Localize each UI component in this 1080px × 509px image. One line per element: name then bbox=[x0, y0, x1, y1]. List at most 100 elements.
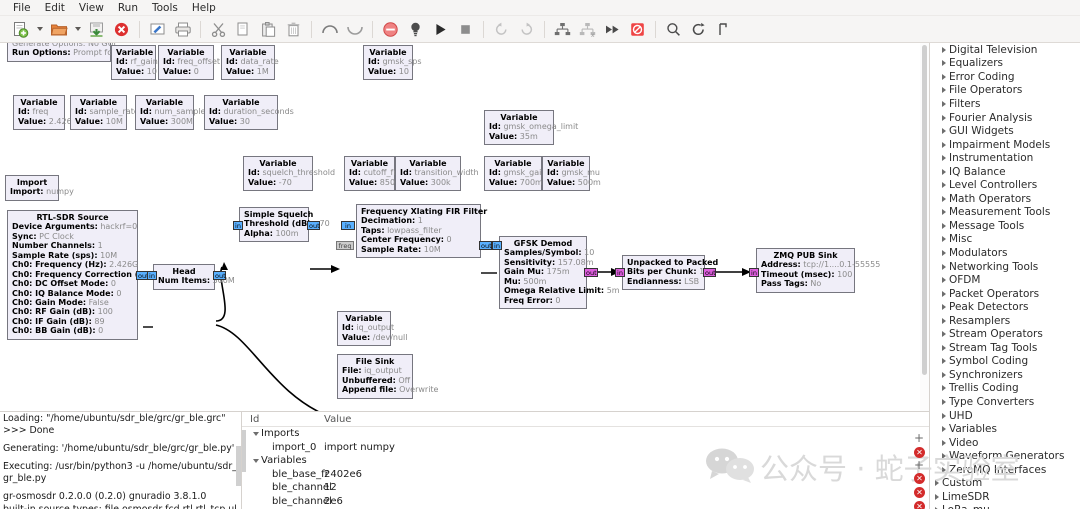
variable-table-group-imports[interactable]: Imports bbox=[242, 427, 929, 441]
rtlsdr-source-block[interactable]: RTL-SDR Source Device Arguments: hackrf=… bbox=[7, 210, 173, 340]
chevron-right-icon[interactable] bbox=[939, 236, 949, 242]
error-badge[interactable]: ✕ bbox=[914, 473, 925, 484]
variable-table-row[interactable]: import_0 import numpy bbox=[242, 441, 929, 455]
sidebar-item-fourier-analysis[interactable]: Fourier Analysis bbox=[930, 111, 1080, 125]
search-icon[interactable] bbox=[661, 17, 686, 42]
copy-icon[interactable] bbox=[231, 17, 256, 42]
chevron-right-icon[interactable] bbox=[939, 47, 949, 53]
error-square-icon[interactable] bbox=[625, 17, 650, 42]
import-block[interactable]: Import Import: numpy bbox=[5, 175, 74, 201]
variable-block-num-samples[interactable]: Variable Id: num_samples Value: 300M bbox=[135, 95, 210, 131]
sidebar-item-limesdr[interactable]: LimeSDR bbox=[930, 490, 1080, 504]
chevron-right-icon[interactable] bbox=[939, 304, 949, 310]
chevron-right-icon[interactable] bbox=[939, 60, 949, 66]
variable-block-gmsk-gain-mu[interactable]: Variable Id: gmsk_gain_mu Value: 700m bbox=[484, 156, 563, 192]
head-out-port[interactable]: out bbox=[213, 271, 226, 280]
chevron-right-icon[interactable] bbox=[939, 331, 949, 337]
chevron-right-icon[interactable] bbox=[939, 345, 949, 351]
sidebar-item-waveform-generators[interactable]: Waveform Generators bbox=[930, 449, 1080, 463]
sidebar-item-stream-operators[interactable]: Stream Operators bbox=[930, 327, 1080, 341]
variable-block-iq-output[interactable]: Variable Id: iq_output Value: /dev/null bbox=[337, 311, 407, 347]
squelch-in-port[interactable]: in bbox=[233, 221, 243, 230]
sidebar-item-custom[interactable]: Custom bbox=[930, 477, 1080, 491]
sidebar-item-resamplers[interactable]: Resamplers bbox=[930, 314, 1080, 328]
rotate-cw-icon[interactable] bbox=[514, 17, 539, 42]
minus-circle-icon[interactable] bbox=[378, 17, 403, 42]
chevron-down-icon[interactable] bbox=[71, 17, 84, 42]
redo-arrow-icon[interactable] bbox=[342, 17, 367, 42]
variable-block-freq-offset[interactable]: Variable Id: freq_offset Value: 0 bbox=[158, 45, 220, 81]
add-variable-plus-icon[interactable]: + bbox=[914, 432, 924, 444]
menu-run[interactable]: Run bbox=[111, 0, 145, 16]
sidebar-item-misc[interactable]: Misc bbox=[930, 233, 1080, 247]
chevron-right-icon[interactable] bbox=[939, 318, 949, 324]
chevron-right-icon[interactable] bbox=[939, 128, 949, 134]
variable-block-duration-seconds[interactable]: Variable Id: duration_seconds Value: 30 bbox=[204, 95, 294, 131]
hierarchy-x-icon[interactable]: x bbox=[575, 17, 600, 42]
hierarchy-icon[interactable] bbox=[550, 17, 575, 42]
chevron-right-icon[interactable] bbox=[939, 223, 949, 229]
remove-variable-plus-icon[interactable]: + bbox=[914, 459, 924, 471]
scissors-icon[interactable] bbox=[206, 17, 231, 42]
sidebar-item-measurement-tools[interactable]: Measurement Tools bbox=[930, 206, 1080, 220]
variable-block-data-rate[interactable]: Variable Id: data_rate Value: 1M bbox=[221, 45, 279, 81]
variable-table-scrollbar[interactable] bbox=[242, 430, 246, 472]
sidebar-item-gui-widgets[interactable]: GUI Widgets bbox=[930, 124, 1080, 138]
frequency-xlating-fir-filter-block[interactable]: Frequency Xlating FIR Filter Decimation:… bbox=[356, 204, 487, 259]
chevron-right-icon[interactable] bbox=[939, 413, 949, 419]
sidebar-item-error-coding[interactable]: Error Coding bbox=[930, 70, 1080, 84]
variable-block-rf-gain[interactable]: Variable Id: rf_gain Value: 10 bbox=[111, 45, 158, 81]
unpacked-out-port[interactable]: out bbox=[703, 268, 716, 277]
menu-edit[interactable]: Edit bbox=[38, 0, 72, 16]
unpacked-to-packed-block[interactable]: Unpacked to Packed Bits per Chunk: 1 End… bbox=[622, 255, 718, 291]
chevron-right-icon[interactable] bbox=[932, 480, 942, 486]
zmq-in-port[interactable]: in bbox=[749, 268, 759, 277]
variable-block-gmsk-omega-limit[interactable]: Variable Id: gmsk_omega_limit Value: 35m bbox=[484, 110, 578, 146]
sidebar-item-symbol-coding[interactable]: Symbol Coding bbox=[930, 355, 1080, 369]
chevron-right-icon[interactable] bbox=[939, 291, 949, 297]
sidebar-item-equalizers[interactable]: Equalizers bbox=[930, 57, 1080, 71]
sidebar-item-networking-tools[interactable]: Networking Tools bbox=[930, 260, 1080, 274]
sidebar-item-level-controllers[interactable]: Level Controllers bbox=[930, 178, 1080, 192]
squelch-out-port[interactable]: out bbox=[307, 221, 320, 230]
chevron-right-icon[interactable] bbox=[939, 277, 949, 283]
chevron-right-icon[interactable] bbox=[932, 494, 942, 500]
gfsk-out-port[interactable]: out bbox=[584, 268, 598, 277]
chevron-right-icon[interactable] bbox=[939, 196, 949, 202]
variable-block-sample-rate[interactable]: Variable Id: sample_rate Value: 10M bbox=[70, 95, 139, 131]
open-folder-icon[interactable] bbox=[46, 17, 71, 42]
chevron-right-icon[interactable] bbox=[939, 467, 949, 473]
sidebar-item-peak-detectors[interactable]: Peak Detectors bbox=[930, 300, 1080, 314]
menu-help[interactable]: Help bbox=[185, 0, 223, 16]
chevron-right-icon[interactable] bbox=[939, 74, 949, 80]
sidebar-item-message-tools[interactable]: Message Tools bbox=[930, 219, 1080, 233]
chevron-right-icon[interactable] bbox=[939, 440, 949, 446]
sidebar-item-video[interactable]: Video bbox=[930, 436, 1080, 450]
menu-tools[interactable]: Tools bbox=[145, 0, 185, 16]
chevron-right-icon[interactable] bbox=[939, 115, 949, 121]
sidebar-item-impairment-models[interactable]: Impairment Models bbox=[930, 138, 1080, 152]
play-icon[interactable] bbox=[428, 17, 453, 42]
head-in-port[interactable]: in bbox=[147, 271, 157, 280]
sidebar-item-zeromq-interfaces[interactable]: ZeroMQ Interfaces bbox=[930, 463, 1080, 477]
sidebar-item-modulators[interactable]: Modulators bbox=[930, 246, 1080, 260]
close-circle-icon[interactable] bbox=[109, 17, 134, 42]
chevron-right-icon[interactable] bbox=[939, 169, 949, 175]
variable-table-row[interactable]: ble_base_fr 2402e6 bbox=[242, 468, 929, 482]
sidebar-item-packet-operators[interactable]: Packet Operators bbox=[930, 287, 1080, 301]
sidebar-item-lora-mu[interactable]: LoRa_mu bbox=[930, 504, 1080, 509]
chevron-right-icon[interactable] bbox=[939, 385, 949, 391]
gfsk-demod-block[interactable]: GFSK Demod Samples/Symbol: 10 Sensitivit… bbox=[499, 236, 620, 310]
chevron-right-icon[interactable] bbox=[939, 453, 949, 459]
pencil-icon[interactable] bbox=[145, 17, 170, 42]
menu-view[interactable]: View bbox=[72, 0, 111, 16]
sidebar-item-type-converters[interactable]: Type Converters bbox=[930, 395, 1080, 409]
variable-block-gmsk-mu[interactable]: Variable Id: gmsk_mu Value: 500m bbox=[542, 156, 601, 192]
variable-table-group-variables[interactable]: Variables bbox=[242, 454, 929, 468]
variable-block-cutoff-freq[interactable]: Variable Id: cutoff_freq Value: 850k bbox=[344, 156, 406, 192]
xlating-out-port[interactable]: out bbox=[479, 241, 492, 250]
fast-forward-icon[interactable] bbox=[600, 17, 625, 42]
chevron-right-icon[interactable] bbox=[939, 155, 949, 161]
variable-table-row[interactable]: ble_channel 2e6 bbox=[242, 495, 929, 509]
sidebar-item-stream-tag-tools[interactable]: Stream Tag Tools bbox=[930, 341, 1080, 355]
